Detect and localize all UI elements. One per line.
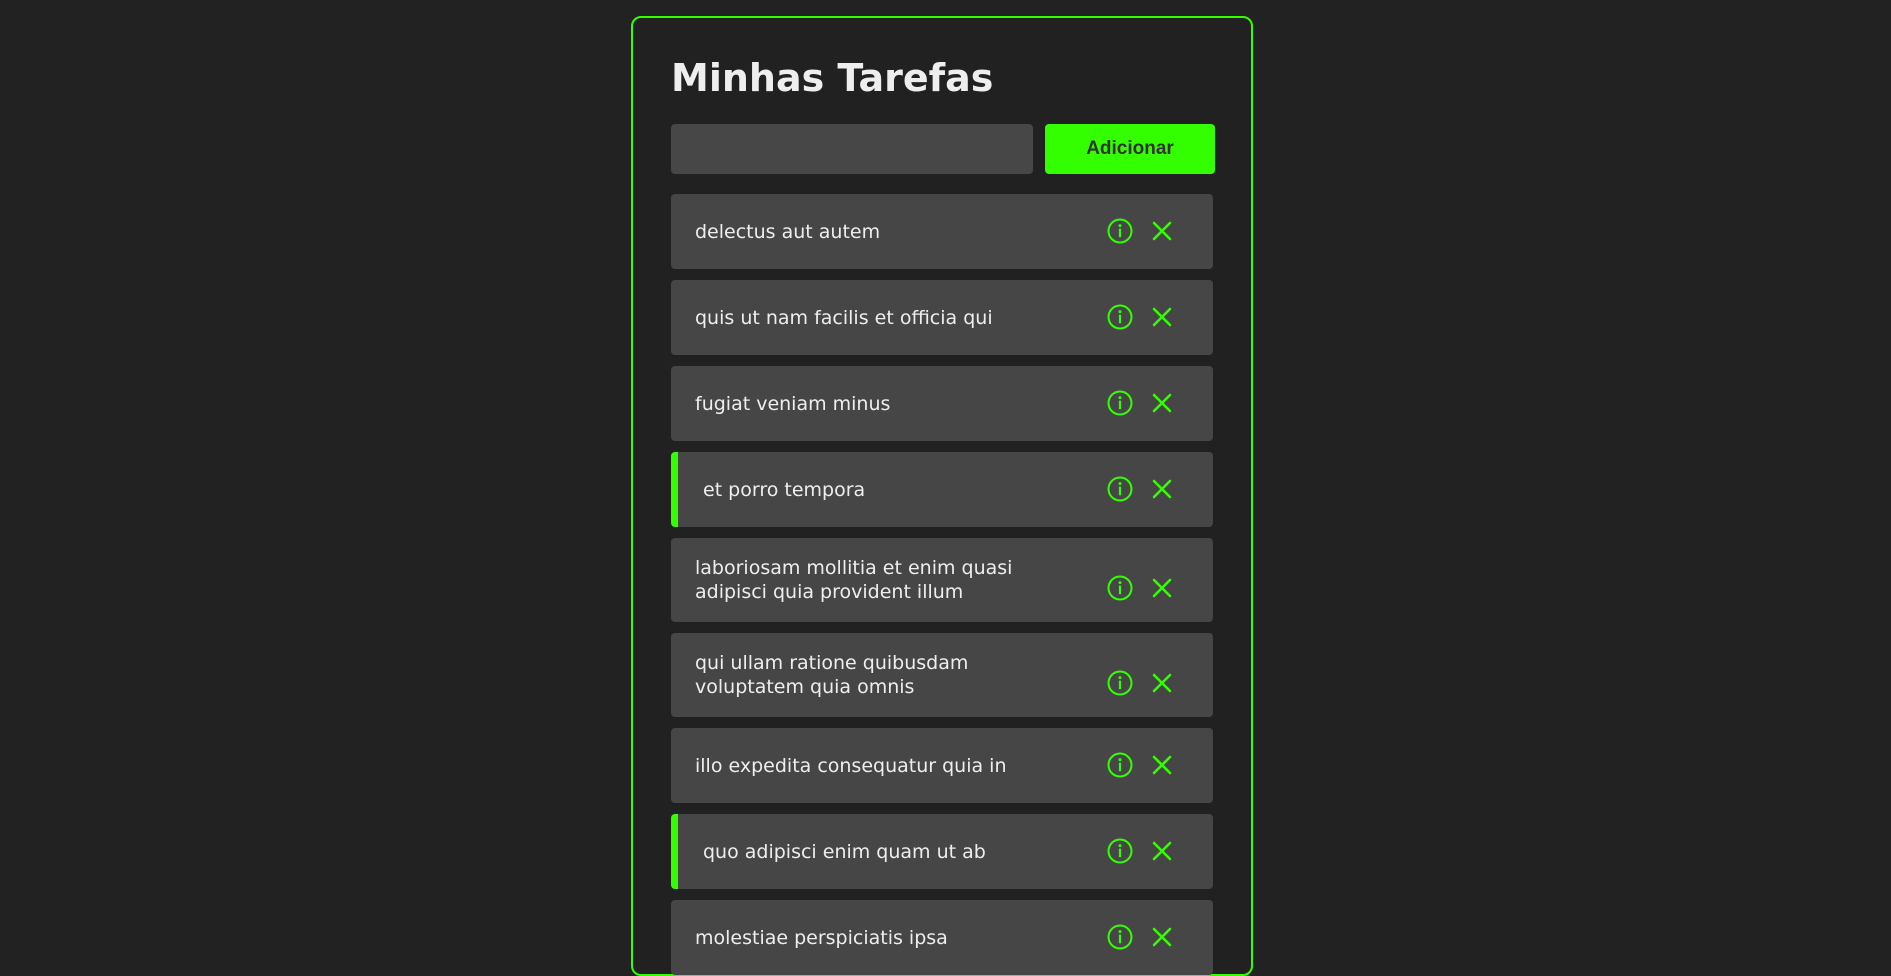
task-actions xyxy=(1105,836,1177,866)
task-text: illo expedita consequatur quia in xyxy=(695,754,1007,777)
task-item[interactable]: quis ut nam facilis et officia qui xyxy=(671,280,1213,355)
task-actions xyxy=(1105,216,1177,246)
task-text: quo adipisci enim quam ut ab xyxy=(703,840,986,863)
task-item-completed[interactable]: quo adipisci enim quam ut ab xyxy=(671,814,1213,889)
add-task-button[interactable]: Adicionar xyxy=(1045,124,1215,174)
close-icon[interactable] xyxy=(1147,668,1177,698)
task-item[interactable]: laboriosam mollitia et enim quasi adipis… xyxy=(671,538,1213,622)
todo-card: Minhas Tarefas Adicionar delectus aut au… xyxy=(631,16,1253,976)
task-actions xyxy=(1105,388,1177,418)
task-item[interactable]: qui ullam ratione quibusdam voluptatem q… xyxy=(671,633,1213,717)
task-item-completed[interactable]: et porro tempora xyxy=(671,452,1213,527)
task-text: delectus aut autem xyxy=(695,220,881,243)
close-icon[interactable] xyxy=(1147,388,1177,418)
info-circle-icon[interactable] xyxy=(1105,750,1135,780)
task-text: qui ullam ratione quibusdam voluptatem q… xyxy=(695,652,969,698)
info-circle-icon[interactable] xyxy=(1105,836,1135,866)
close-icon[interactable] xyxy=(1147,302,1177,332)
task-text: fugiat veniam minus xyxy=(695,392,891,415)
info-circle-icon[interactable] xyxy=(1105,216,1135,246)
info-circle-icon[interactable] xyxy=(1105,573,1135,603)
task-item[interactable]: fugiat veniam minus xyxy=(671,366,1213,441)
task-list: delectus aut autem quis ut nam facilis e… xyxy=(671,194,1213,975)
task-actions xyxy=(1105,474,1177,504)
close-icon[interactable] xyxy=(1147,573,1177,603)
info-circle-icon[interactable] xyxy=(1105,668,1135,698)
task-item[interactable]: illo expedita consequatur quia in xyxy=(671,728,1213,803)
task-item[interactable]: delectus aut autem xyxy=(671,194,1213,269)
task-text: molestiae perspiciatis ipsa xyxy=(695,926,948,949)
close-icon[interactable] xyxy=(1147,216,1177,246)
task-actions xyxy=(1105,668,1177,698)
task-actions xyxy=(1105,302,1177,332)
new-task-input[interactable] xyxy=(671,124,1033,174)
add-task-form: Adicionar xyxy=(671,124,1215,174)
task-item[interactable]: molestiae perspiciatis ipsa xyxy=(671,900,1213,975)
task-text: et porro tempora xyxy=(703,478,866,501)
info-circle-icon[interactable] xyxy=(1105,302,1135,332)
task-text: laboriosam mollitia et enim quasi adipis… xyxy=(695,557,1013,603)
page-title: Minhas Tarefas xyxy=(671,56,994,100)
close-icon[interactable] xyxy=(1147,750,1177,780)
close-icon[interactable] xyxy=(1147,836,1177,866)
close-icon[interactable] xyxy=(1147,474,1177,504)
info-circle-icon[interactable] xyxy=(1105,474,1135,504)
task-text: quis ut nam facilis et officia qui xyxy=(695,306,993,329)
task-actions xyxy=(1105,573,1177,603)
info-circle-icon[interactable] xyxy=(1105,388,1135,418)
task-actions xyxy=(1105,750,1177,780)
